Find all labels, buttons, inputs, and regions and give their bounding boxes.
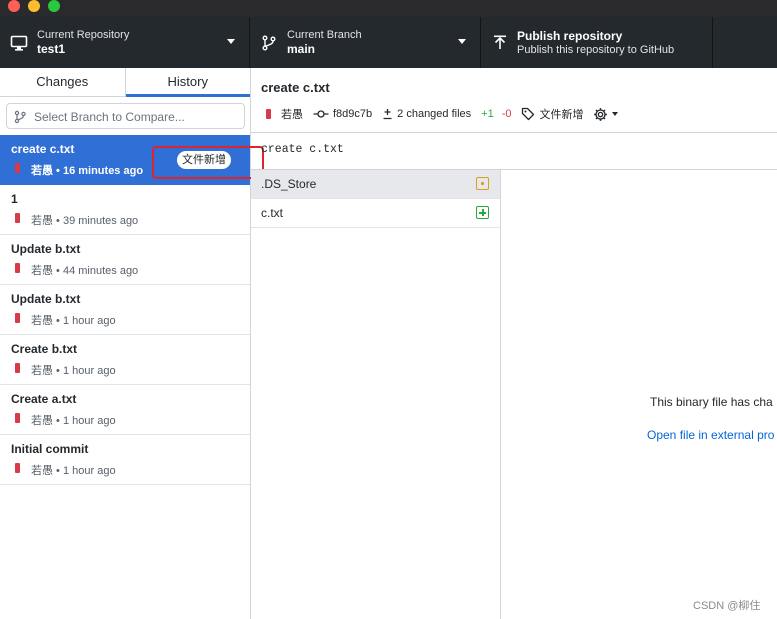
file-item[interactable]: c.txt: [251, 199, 500, 228]
commit-summary-header: create c.txt 若愚 f8d9c7b 2 changed files …: [251, 68, 777, 133]
branch-compare-input[interactable]: Select Branch to Compare...: [6, 103, 245, 129]
sidebar: Changes History Select Branch to Compare…: [0, 68, 251, 619]
commit-item[interactable]: 1 若愚 • 39 minutes ago: [0, 185, 250, 235]
avatar: [15, 163, 20, 173]
commit-item[interactable]: Initial commit 若愚 • 1 hour ago: [0, 435, 250, 485]
tab-history[interactable]: History: [125, 68, 251, 97]
commit-summary: Update b.txt: [11, 292, 81, 306]
commit-summary: Update b.txt: [11, 242, 81, 256]
current-branch-button[interactable]: Current Branch main: [250, 17, 481, 68]
toolbar: Current Repository test1 Current Branch …: [0, 17, 777, 68]
commit-meta: 若愚 • 44 minutes ago: [31, 265, 139, 277]
avatar: [15, 463, 20, 473]
commit-meta: 若愚 • 39 minutes ago: [31, 215, 139, 227]
publish-repository-title: Publish repository: [517, 29, 623, 43]
title-bar: [0, 0, 777, 17]
commit-description: create c.txt: [251, 134, 777, 170]
commit-item[interactable]: Update b.txt 若愚 • 44 minutes ago: [0, 235, 250, 285]
commit-description-text: create c.txt: [261, 143, 344, 156]
diff-options-button[interactable]: [593, 107, 619, 122]
commit-item[interactable]: Create a.txt 若愚 • 1 hour ago: [0, 385, 250, 435]
commit-tags: 文件新增: [521, 106, 583, 122]
gear-icon: [594, 107, 608, 121]
avatar: [15, 263, 20, 273]
current-branch-label: Current Branch: [287, 29, 362, 41]
desktop-icon: [10, 34, 28, 52]
avatar: [15, 363, 20, 373]
commit-summary: Create a.txt: [11, 392, 77, 406]
current-repository-button[interactable]: Current Repository test1: [0, 17, 250, 68]
chevron-down-icon: [227, 39, 235, 44]
changed-file-list: .DS_Store c.txt: [251, 170, 501, 619]
avatar: [15, 413, 20, 423]
sidebar-tabs: Changes History: [0, 68, 250, 97]
commit-item[interactable]: create c.txt 若愚 • 16 minutes ago 文件新增: [0, 135, 250, 185]
current-repository-name: test1: [37, 42, 66, 56]
commit-title: create c.txt: [261, 80, 330, 95]
commit-author: 若愚: [281, 109, 303, 121]
minimize-window-button[interactable]: [28, 0, 40, 12]
tag-icon: [522, 107, 535, 121]
commit-sha-value: f8d9c7b: [333, 108, 373, 120]
branch-icon: [260, 34, 278, 52]
commit-meta: 若愚 • 1 hour ago: [31, 415, 116, 427]
diff-viewer: This binary file has cha Open file in ex…: [502, 170, 777, 619]
branch-icon: [14, 110, 26, 124]
binary-file-message: This binary file has cha: [650, 395, 773, 409]
modified-status-icon: [476, 177, 489, 190]
file-name: c.txt: [261, 206, 284, 220]
commit-summary: Create b.txt: [11, 342, 78, 356]
file-item[interactable]: .DS_Store: [251, 170, 500, 199]
diff-icon: [383, 109, 392, 120]
commit-meta: 若愚 • 1 hour ago: [31, 465, 116, 477]
commit-meta: 若愚 • 1 hour ago: [31, 315, 116, 327]
current-branch-name: main: [287, 42, 316, 56]
commit-meta: 若愚 • 1 hour ago: [31, 365, 116, 377]
github-desktop-window: Current Repository test1 Current Branch …: [0, 0, 777, 619]
commit-meta: 若愚 • 16 minutes ago: [31, 165, 144, 177]
lines-deleted: -0: [501, 108, 512, 120]
commit-tag-label: 文件新增: [539, 109, 584, 121]
commit-summary: Initial commit: [11, 442, 89, 456]
close-window-button[interactable]: [8, 0, 20, 12]
chevron-down-icon: [612, 112, 619, 116]
avatar: [15, 213, 20, 223]
commit-icon: [313, 110, 329, 118]
publish-repository-button[interactable]: Publish repository Publish this reposito…: [481, 17, 713, 68]
open-in-external-program-link[interactable]: Open file in external pro: [647, 428, 774, 442]
commit-summary: create c.txt: [11, 142, 75, 156]
chevron-down-icon: [458, 39, 466, 44]
commit-tag: 文件新增: [177, 151, 231, 169]
file-name: .DS_Store: [261, 177, 317, 191]
zoom-window-button[interactable]: [48, 0, 60, 12]
changed-files: 2 changed files: [382, 108, 471, 120]
commit-metadata: 若愚 f8d9c7b 2 changed files +1 -0 文件新增: [263, 106, 619, 122]
current-repository-label: Current Repository: [37, 29, 130, 41]
commit-list: create c.txt 若愚 • 16 minutes ago 文件新增 1 …: [0, 135, 250, 485]
added-status-icon: [476, 206, 489, 219]
avatar: [15, 313, 20, 323]
commit-item[interactable]: Update b.txt 若愚 • 1 hour ago: [0, 285, 250, 335]
commit-item[interactable]: Create b.txt 若愚 • 1 hour ago: [0, 335, 250, 385]
watermark: CSDN @柳住: [693, 600, 761, 612]
commit-summary: 1: [11, 192, 18, 206]
lines-added: +1: [481, 108, 494, 120]
commit-sha[interactable]: f8d9c7b: [313, 108, 372, 120]
publish-repository-subtitle: Publish this repository to GitHub: [517, 44, 675, 56]
avatar: [266, 109, 271, 119]
tab-changes[interactable]: Changes: [0, 68, 126, 96]
upload-icon: [491, 34, 509, 52]
changed-files-count: 2 changed files: [397, 108, 472, 120]
branch-compare-placeholder: Select Branch to Compare...: [34, 110, 185, 124]
